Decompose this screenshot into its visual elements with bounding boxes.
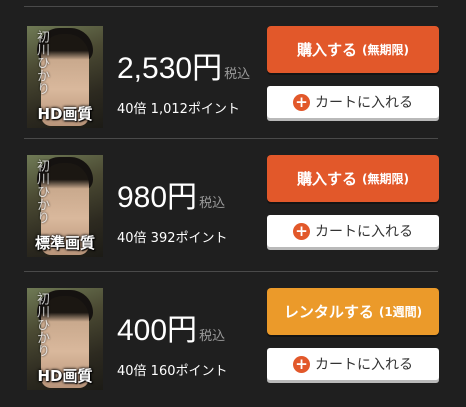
tax-included-label: 税込: [224, 67, 251, 82]
add-to-cart-label: カートに入れる: [315, 357, 413, 373]
thumbnail-title: 初川ひかり: [34, 159, 49, 224]
price: 2,530円 税込: [117, 52, 250, 86]
plus-circle-icon: +: [293, 222, 310, 240]
divider: [24, 271, 438, 272]
quality-label: HD画質: [37, 105, 93, 123]
plus-circle-icon: +: [293, 355, 310, 373]
add-to-cart-label: カートに入れる: [315, 95, 413, 111]
purchase-button-label: 購入する: [297, 170, 358, 188]
thumbnail-image[interactable]: 初川ひかり 標準画質: [27, 155, 103, 257]
add-to-cart-button[interactable]: + カートに入れる: [267, 215, 439, 247]
tax-included-label: 税込: [199, 196, 226, 211]
purchase-options-list: 初川ひかり HD画質 2,530円 税込 40倍 1,012ポイント 購入する (無…: [0, 0, 466, 407]
price-amount: 400円: [117, 314, 198, 347]
points-info: 40倍 160ポイント: [117, 364, 228, 379]
purchase-button-label: 購入する: [297, 41, 358, 59]
divider: [24, 6, 438, 7]
purchase-button[interactable]: 購入する (無期限): [267, 26, 439, 73]
purchase-button[interactable]: 購入する (無期限): [267, 155, 439, 202]
points-info: 40倍 392ポイント: [117, 231, 228, 246]
add-to-cart-label: カートに入れる: [315, 224, 413, 240]
quality-label: 標準画質: [34, 234, 95, 252]
price-amount: 980円: [117, 181, 198, 214]
rental-option-hd: 初川ひかり HD画質 400円 税込 40倍 160ポイント レンタルする (1週間…: [0, 288, 466, 407]
purchase-button-term: (無期限): [362, 43, 409, 57]
thumbnail-title: 初川ひかり: [34, 292, 49, 357]
plus-circle-icon: +: [293, 93, 310, 111]
rental-button[interactable]: レンタルする (1週間): [267, 288, 439, 335]
purchase-option-sd: 初川ひかり 標準画質 980円 税込 40倍 392ポイント 購入する (無期限) …: [0, 155, 466, 275]
purchase-option-hd: 初川ひかり HD画質 2,530円 税込 40倍 1,012ポイント 購入する (無…: [0, 26, 466, 146]
rental-button-term: (1週間): [378, 305, 423, 319]
price-amount: 2,530円: [117, 52, 223, 85]
thumbnail-title: 初川ひかり: [34, 30, 49, 95]
price: 980円 税込: [117, 181, 225, 215]
add-to-cart-button[interactable]: + カートに入れる: [267, 86, 439, 118]
thumbnail-image[interactable]: 初川ひかり HD画質: [27, 26, 103, 128]
quality-label: HD画質: [37, 367, 93, 385]
rental-button-label: レンタルする: [283, 303, 374, 321]
points-info: 40倍 1,012ポイント: [117, 102, 240, 117]
add-to-cart-button[interactable]: + カートに入れる: [267, 348, 439, 380]
divider: [24, 138, 438, 139]
thumbnail-image[interactable]: 初川ひかり HD画質: [27, 288, 103, 390]
tax-included-label: 税込: [199, 329, 226, 344]
purchase-button-term: (無期限): [362, 172, 409, 186]
price: 400円 税込: [117, 314, 225, 348]
